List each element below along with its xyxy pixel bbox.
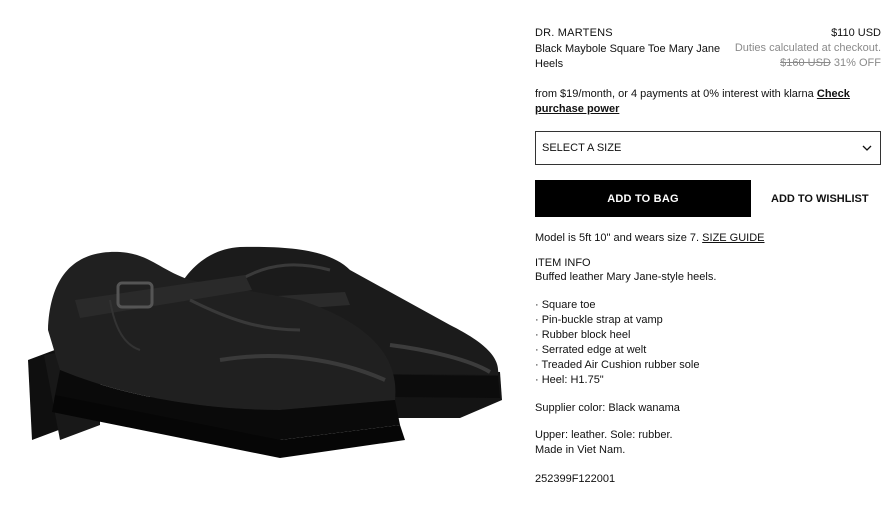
size-select-label: SELECT A SIZE (542, 142, 622, 154)
list-item: · Treaded Air Cushion rubber sole (535, 359, 700, 371)
brand-name[interactable]: DR. MARTENS (535, 27, 613, 39)
model-info-text: Model is 5ft 10" and wears size 7. (535, 232, 700, 244)
financing-info: from $19/month, or 4 payments at 0% inte… (535, 87, 881, 117)
list-item: · Rubber block heel (535, 329, 631, 341)
product-info-panel: DR. MARTENS Black Maybole Square Toe Mar… (535, 27, 881, 485)
current-price: $110 USD (831, 27, 881, 39)
shoe-pair-illustration (28, 246, 502, 458)
financing-text: from $19/month, or 4 payments at 0% inte… (535, 88, 814, 100)
list-item: · Pin-buckle strap at vamp (535, 314, 663, 326)
original-price: $160 USD (780, 57, 831, 69)
origin-text: Made in Viet Nam. (535, 444, 626, 456)
feature-list: · Square toe · Pin-buckle strap at vamp … (535, 298, 881, 388)
purchase-actions: ADD TO BAG ADD TO WISHLIST (535, 180, 881, 217)
supplier-color: Supplier color: Black wanama (535, 402, 680, 414)
add-to-wishlist-button[interactable]: ADD TO WISHLIST (771, 193, 869, 205)
add-to-bag-button[interactable]: ADD TO BAG (535, 180, 751, 217)
material-info: Upper: leather. Sole: rubber. Made in Vi… (535, 428, 881, 458)
product-sku: 252399F122001 (535, 473, 616, 485)
size-select[interactable]: SELECT A SIZE (535, 131, 881, 165)
list-item: · Serrated edge at welt (535, 344, 647, 356)
product-title: Black Maybole Square Toe Mary Jane Heels (535, 43, 721, 70)
discount-line: $160 USD 31% OFF (780, 57, 881, 69)
chevron-down-icon (862, 145, 872, 151)
list-item: · Square toe (535, 299, 596, 311)
size-guide-link[interactable]: SIZE GUIDE (702, 232, 764, 244)
item-info-heading: ITEM INFO (535, 257, 591, 269)
material-text: Upper: leather. Sole: rubber. (535, 429, 673, 441)
discount-badge: 31% OFF (833, 57, 881, 69)
model-info: Model is 5ft 10" and wears size 7. SIZE … (535, 232, 881, 244)
duties-note: Duties calculated at checkout. (734, 42, 881, 54)
list-item: · Heel: H1.75" (535, 374, 604, 386)
product-header: DR. MARTENS Black Maybole Square Toe Mar… (535, 27, 881, 73)
item-description: Buffed leather Mary Jane-style heels. (535, 271, 717, 283)
product-image[interactable] (0, 0, 530, 508)
